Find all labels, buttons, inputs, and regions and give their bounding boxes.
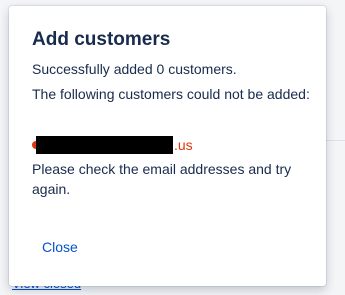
redacted-email <box>36 136 173 154</box>
close-button[interactable]: Close <box>38 237 82 257</box>
add-customers-dialog: Add customers Successfully added 0 custo… <box>9 6 326 286</box>
email-suffix: .us <box>174 137 193 153</box>
help-message: Please check the email addresses and try… <box>32 161 292 197</box>
background-divider <box>323 140 345 141</box>
failed-customer-item: .us <box>32 136 193 154</box>
failed-customers-heading: The following customers could not be add… <box>32 86 310 102</box>
dialog-title: Add customers <box>32 29 171 50</box>
success-message: Successfully added 0 customers. <box>32 61 237 77</box>
